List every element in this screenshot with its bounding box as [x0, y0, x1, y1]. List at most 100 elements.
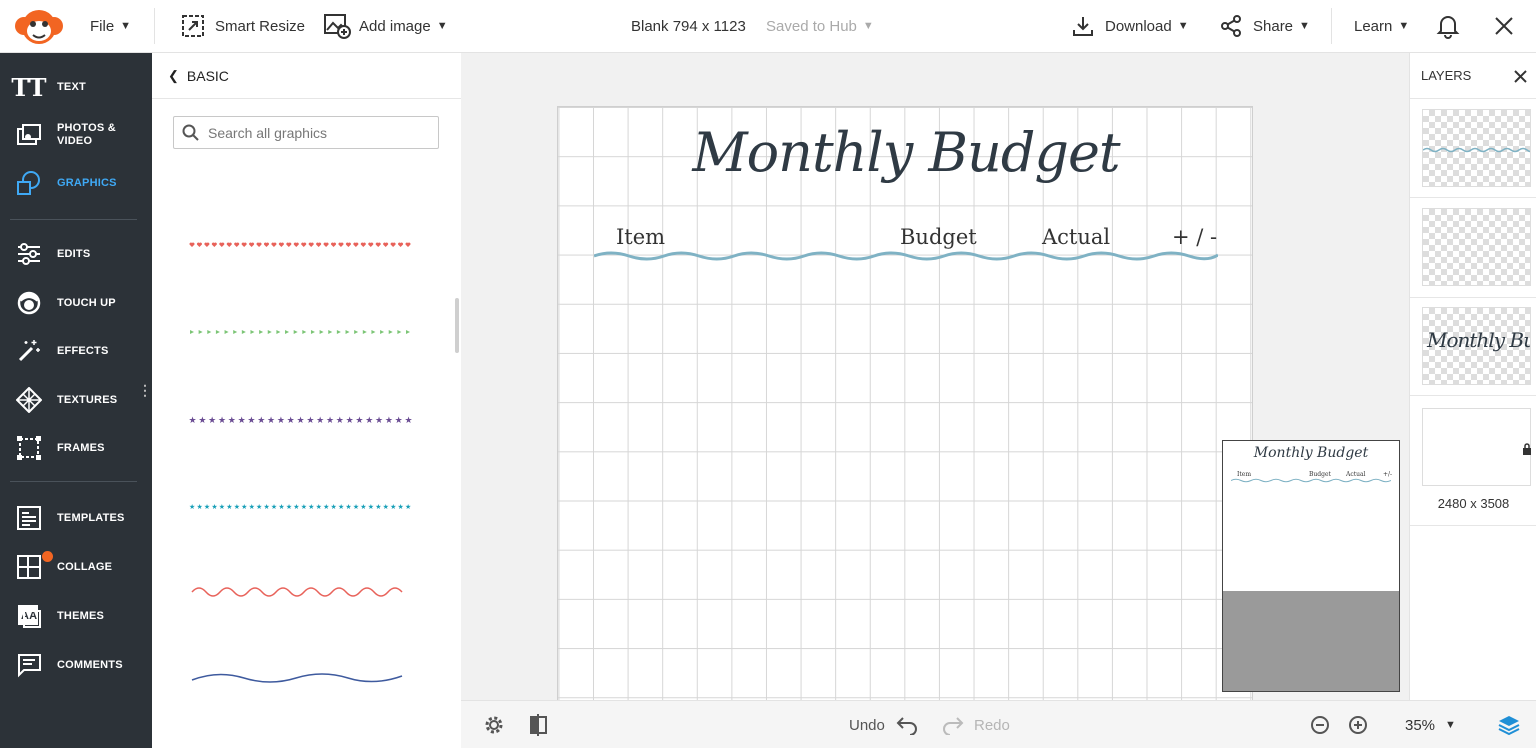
nav-label: COMMENTS — [57, 658, 123, 671]
divider — [1331, 8, 1332, 44]
comments-icon — [15, 651, 43, 679]
learn-menu[interactable]: Learn ▼ — [1354, 0, 1409, 52]
nav-textures[interactable]: TEXTURES ⋮ — [0, 380, 152, 420]
more-options-icon[interactable]: ⋮ — [138, 383, 152, 397]
download-button[interactable]: Download ▼ — [1071, 0, 1189, 52]
nav-edits[interactable]: EDITS — [0, 234, 152, 274]
svg-text:★: ★ — [385, 415, 393, 425]
smart-resize-button[interactable]: Smart Resize — [181, 0, 305, 52]
minimap-header: Budget — [1309, 471, 1331, 478]
nav-templates[interactable]: TEMPLATES — [0, 498, 152, 538]
svg-text:★: ★ — [297, 415, 305, 425]
minimap-header: Actual — [1346, 471, 1366, 478]
share-button[interactable]: Share ▼ — [1219, 0, 1310, 52]
svg-text:★: ★ — [323, 503, 329, 511]
blue-wave-divider[interactable] — [188, 666, 412, 690]
design-page[interactable]: Monthly Budget Item Budget Actual + / - — [557, 106, 1253, 706]
zoom-level-dropdown[interactable]: 35% ▼ — [1405, 701, 1456, 749]
svg-text:★: ★ — [257, 415, 265, 425]
undo-button[interactable]: Undo — [849, 701, 919, 749]
nav-text[interactable]: Tt TEXT — [0, 67, 152, 107]
svg-text:★: ★ — [208, 415, 216, 425]
column-header-difference[interactable]: + / - — [1172, 225, 1217, 249]
close-editor-button[interactable] — [1494, 0, 1514, 52]
learn-label: Learn — [1354, 17, 1393, 35]
nav-collage[interactable]: COLLAGE — [0, 547, 152, 587]
svg-text:★: ★ — [390, 503, 396, 511]
red-wave-divider[interactable] — [188, 580, 412, 604]
nav-effects[interactable]: EFFECTS — [0, 331, 152, 371]
column-header-item[interactable]: Item — [616, 225, 665, 249]
graphics-panel: ❮ BASIC ★★★★★★★★★★★★★★★★★★★★★★★ ★★★★★★★★… — [152, 53, 461, 748]
svg-text:★: ★ — [267, 415, 275, 425]
settings-button[interactable] — [483, 701, 505, 749]
svg-text:★: ★ — [338, 503, 344, 511]
texture-icon — [15, 386, 43, 414]
document-title: Blank 794 x 1123 — [631, 17, 746, 35]
add-image-icon — [324, 14, 351, 39]
close-icon[interactable] — [1514, 70, 1527, 83]
red-hearts-divider[interactable] — [188, 234, 412, 258]
sliders-icon — [15, 240, 43, 268]
svg-text:★: ★ — [365, 415, 373, 425]
nav-comments[interactable]: COMMENTS — [0, 645, 152, 685]
green-arrows-divider[interactable] — [188, 320, 412, 344]
svg-text:★: ★ — [316, 503, 322, 511]
panel-scrollbar[interactable] — [455, 298, 459, 353]
gear-icon — [485, 716, 503, 734]
layer-thumb-text[interactable] — [1422, 208, 1531, 286]
canvas-wave-divider[interactable] — [594, 249, 1218, 263]
layer-divider — [1410, 525, 1536, 526]
search-box[interactable] — [173, 116, 439, 149]
resize-icon — [182, 15, 204, 37]
add-image-label: Add image — [359, 17, 431, 35]
svg-text:★: ★ — [263, 503, 269, 511]
nav-graphics[interactable]: GRAPHICS — [0, 163, 152, 203]
zoom-in-button[interactable] — [1348, 701, 1368, 749]
collage-icon — [15, 553, 43, 581]
layers-header: LAYERS — [1410, 53, 1536, 99]
teal-stars-divider[interactable]: ★ ★ ★ ★ ★ ★ ★ ★ ★ ★ ★ ★ ★ ★ ★ ★ ★ ★ ★ ★ ★ ★ ★ ★ ★ ★ ★ ★ ★ ★ — [188, 494, 412, 518]
layer-thumb-title[interactable]: Monthly Bu — [1422, 307, 1531, 385]
column-header-budget[interactable]: Budget — [900, 225, 977, 249]
canvas-title[interactable]: Monthly Budget — [558, 121, 1252, 184]
svg-text:★: ★ — [375, 415, 383, 425]
minimap-header: Item — [1237, 471, 1252, 478]
picmonkey-logo[interactable] — [12, 0, 66, 52]
layers-panel: LAYERS Monthly Bu 2480 x 3508 — [1409, 53, 1536, 700]
layers-toggle-button[interactable] — [1497, 701, 1521, 749]
compare-button[interactable] — [529, 701, 549, 749]
nav-themes[interactable]: Aa THEMES — [0, 596, 152, 636]
panel-back-button[interactable]: ❮ BASIC — [152, 53, 461, 99]
search-input[interactable] — [208, 124, 428, 141]
layer-divider — [1410, 395, 1536, 396]
nav-photos-video[interactable]: PHOTOS & VIDEO — [0, 115, 152, 155]
zoom-out-button[interactable] — [1310, 701, 1330, 749]
nav-touch-up[interactable]: TOUCH UP — [0, 283, 152, 323]
layer-thumb-wave[interactable] — [1422, 109, 1531, 187]
nav-frames[interactable]: FRAMES — [0, 428, 152, 468]
layer-thumb-background[interactable] — [1422, 408, 1531, 486]
notifications-button[interactable] — [1436, 0, 1460, 52]
svg-text:★: ★ — [346, 415, 354, 425]
svg-text:★: ★ — [301, 503, 307, 511]
bell-icon — [1436, 16, 1460, 39]
layer-divider — [1410, 197, 1536, 198]
file-menu-label: File — [90, 17, 115, 35]
left-navigation: Tt TEXT PHOTOS & VIDEO GRAPHICS EDITS TO… — [0, 53, 152, 748]
svg-text:★: ★ — [383, 503, 389, 511]
svg-text:★: ★ — [234, 503, 240, 511]
save-status[interactable]: Saved to Hub ▼ — [766, 0, 874, 52]
purple-stars-divider[interactable]: ★ ★ ★ ★ ★ ★ ★ ★ ★ ★ ★ ★ ★ ★ ★ ★ ★ ★ ★ ★ ★ ★ ★ — [188, 407, 413, 431]
panel-title: BASIC — [186, 67, 229, 84]
navigator-minimap[interactable]: Monthly Budget Item Budget Actual +/- — [1222, 440, 1400, 692]
add-image-button[interactable]: Add image ▼ — [324, 0, 448, 52]
share-icon — [1221, 15, 1241, 37]
redo-button[interactable]: Redo — [941, 701, 1010, 749]
chevron-down-icon: ▼ — [862, 20, 874, 32]
svg-text:★: ★ — [278, 503, 284, 511]
svg-text:★: ★ — [395, 415, 403, 425]
themes-icon: Aa — [15, 602, 43, 630]
column-header-actual[interactable]: Actual — [1042, 225, 1110, 249]
file-menu[interactable]: File ▼ — [90, 0, 131, 52]
